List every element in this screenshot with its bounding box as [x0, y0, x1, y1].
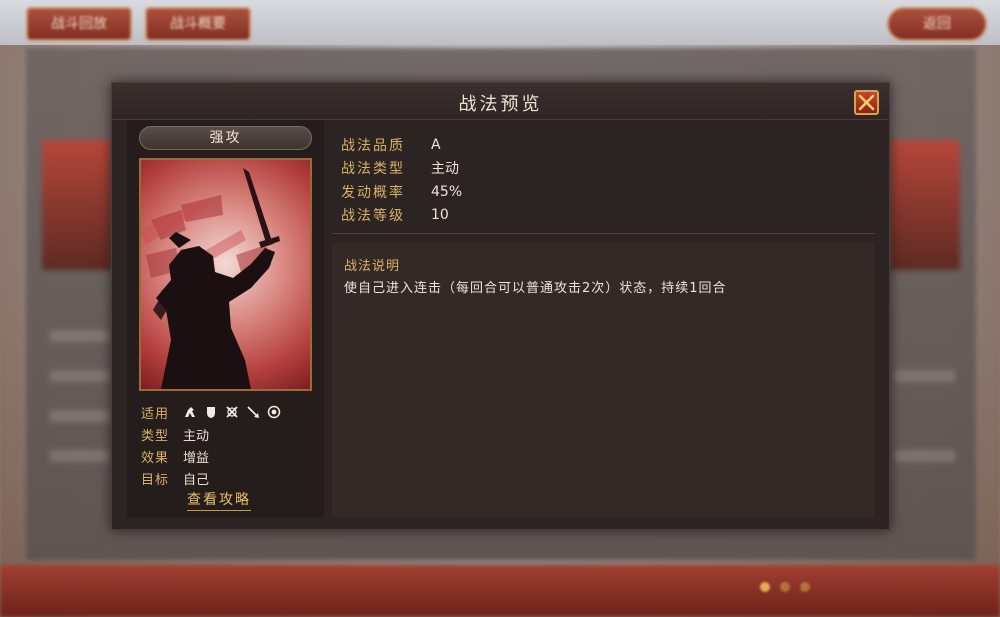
attr-row-type: 类型 主动 — [141, 423, 321, 445]
info-value-type: 主动 — [431, 161, 459, 178]
skill-attribute-table: 适用 类型 主动 效果 增益 目标 自己 — [141, 401, 321, 489]
warrior-silhouette-image — [141, 168, 280, 389]
back-button[interactable]: 返回 — [887, 7, 987, 41]
attr-key-applicable: 适用 — [141, 406, 170, 422]
background-general-card-right — [890, 140, 960, 270]
description-title: 战法说明 — [344, 259, 401, 274]
info-value-level: 10 — [431, 207, 449, 224]
spear-icon — [247, 406, 259, 418]
description-text: 使自己进入连击（每回合可以普通攻击2次）状态，持续1回合 — [344, 281, 727, 296]
skill-card-column: 强攻 适用 类型 主动 效果 增益 目标 自己 查看攻略 — [127, 120, 324, 518]
skill-description-box: 战法说明 使自己进入连击（每回合可以普通攻击2次）状态，持续1回合 — [332, 242, 875, 518]
background-stripe — [50, 330, 110, 342]
info-value-probability: 45% — [431, 183, 463, 200]
background-stripe — [50, 450, 110, 462]
shield-icon — [207, 407, 215, 418]
background-page-dot — [760, 582, 770, 592]
background-bottom-bar — [0, 565, 1000, 617]
crossed-weapons-icon — [226, 406, 238, 418]
attr-row-applicable: 适用 — [141, 401, 321, 423]
info-row-probability: 发动概率 45% — [341, 180, 861, 204]
background-stripe — [895, 450, 955, 462]
cavalry-icon — [185, 407, 195, 417]
view-guide-link[interactable]: 查看攻略 — [187, 489, 251, 511]
battle-replay-button[interactable]: 战斗回放 — [26, 7, 132, 41]
battle-summary-button[interactable]: 战斗概要 — [145, 7, 251, 41]
attr-value-effect: 增益 — [183, 450, 210, 466]
info-key-quality: 战法品质 — [341, 137, 405, 154]
background-stripe — [895, 370, 955, 382]
background-page-dot — [780, 582, 790, 592]
close-x-icon — [858, 94, 875, 111]
background-stripe — [50, 370, 110, 382]
attr-key-target: 目标 — [141, 472, 170, 488]
info-key-probability: 发动概率 — [341, 184, 405, 201]
attr-value-type: 主动 — [183, 428, 210, 444]
modal-title: 战法预览 — [458, 94, 543, 115]
skill-preview-modal: 战法预览 强攻 适用 类型 主动 效果 增益 目标 自己 查看攻略 战法品质 A… — [111, 82, 890, 530]
troop-type-icons — [183, 405, 281, 419]
info-key-level: 战法等级 — [341, 208, 405, 225]
info-row-level: 战法等级 10 — [341, 204, 861, 228]
info-row-quality: 战法品质 A — [341, 133, 861, 157]
info-value-quality: A — [431, 136, 441, 153]
attr-key-effect: 效果 — [141, 450, 170, 466]
info-key-type: 战法类型 — [341, 161, 405, 178]
attr-value-target: 自己 — [183, 472, 210, 488]
modal-header: 战法预览 — [112, 83, 889, 120]
target-icon — [267, 405, 281, 419]
attr-key-type: 类型 — [141, 428, 170, 444]
background-page-dot — [800, 582, 810, 592]
attr-row-effect: 效果 增益 — [141, 445, 321, 467]
skill-artwork — [139, 158, 312, 391]
close-button[interactable] — [854, 90, 879, 115]
info-row-type: 战法类型 主动 — [341, 157, 861, 181]
info-divider — [332, 233, 875, 234]
background-general-card-left — [42, 140, 112, 270]
skill-name: 强攻 — [139, 126, 312, 150]
background-stripe — [50, 410, 110, 422]
attr-row-target: 目标 自己 — [141, 467, 321, 489]
skill-info-list: 战法品质 A 战法类型 主动 发动概率 45% 战法等级 10 — [341, 133, 861, 227]
